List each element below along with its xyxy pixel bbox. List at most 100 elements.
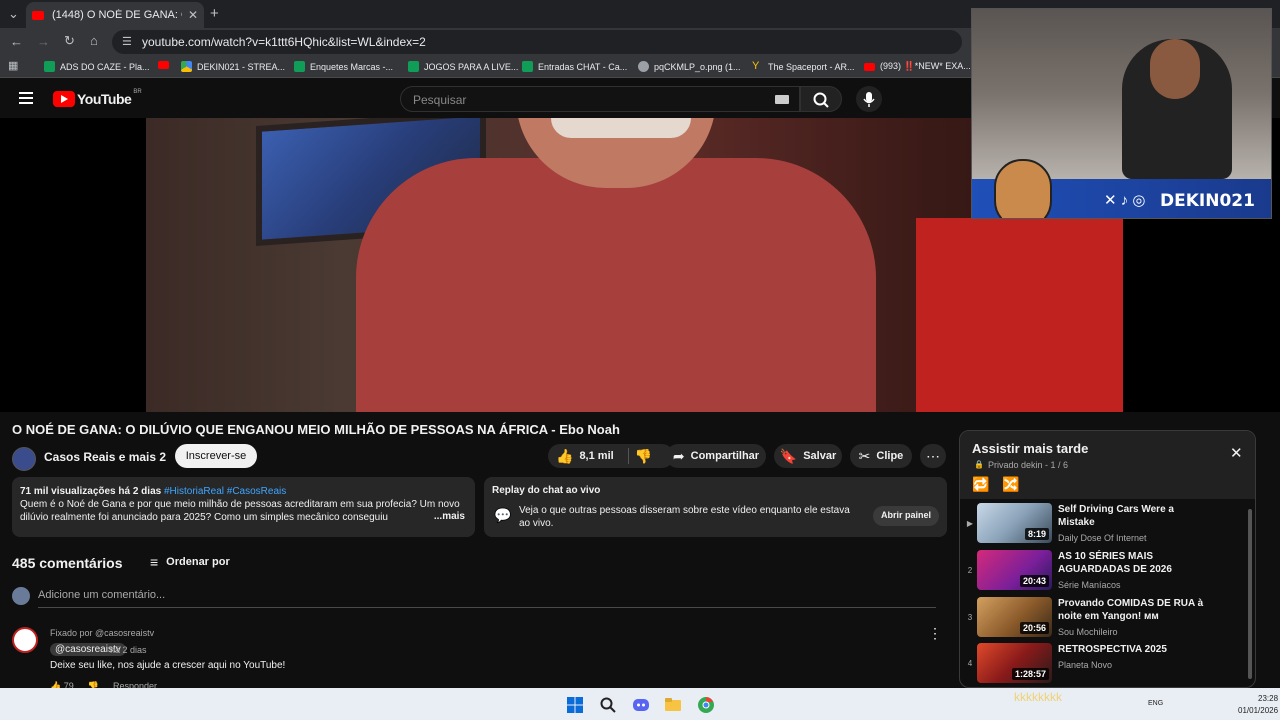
- clip-button[interactable]: ✂ Clipe: [850, 444, 912, 468]
- person-chin: [551, 118, 691, 138]
- keyboard-icon[interactable]: [775, 95, 789, 104]
- windows-start-icon[interactable]: [566, 696, 584, 714]
- channel-name: Planeta Novo: [1058, 660, 1113, 670]
- cartoon-avatar: [994, 159, 1052, 218]
- playlist-header: Assistir mais tarde 🔒 Privado dekin - 1 …: [960, 431, 1255, 499]
- youtube-icon: [158, 61, 169, 69]
- system-clock[interactable]: 23:28 01/01/2026: [1238, 693, 1278, 717]
- person-red-shirt: [356, 158, 876, 412]
- browser-tab-active[interactable]: (1448) O NOÉ DE GANA: O DILÚ ✕: [26, 2, 204, 28]
- bookmark-item[interactable]: pqCKMLP_o.png (1...: [638, 61, 741, 72]
- spaceport-icon: Y: [752, 60, 760, 72]
- video-thumbnail: 8:19: [977, 503, 1052, 543]
- description-box[interactable]: 71 mil visualizações há 2 dias #Historia…: [12, 477, 475, 537]
- playlist-item[interactable]: ▶ 8:19 Self Driving Cars Were a Mistake …: [960, 503, 1255, 549]
- voice-search-button[interactable]: [856, 86, 882, 112]
- discord-icon[interactable]: [632, 696, 650, 714]
- commenter-avatar[interactable]: [12, 627, 38, 653]
- divider: [627, 448, 629, 464]
- bookmark-item[interactable]: Y The Spaceport - AR...: [752, 61, 855, 72]
- bookmark-item[interactable]: ADS DO CAZE - Pla...: [44, 61, 150, 72]
- bookmark-item[interactable]: Entradas CHAT - Ca...: [522, 61, 627, 72]
- windows-taskbar: ENG 23:28 01/01/2026: [0, 688, 1280, 720]
- share-button[interactable]: ➦ Compartilhar: [666, 444, 766, 468]
- bookmark-item[interactable]: (993) ‼️*NEW* EXA...: [864, 61, 971, 72]
- lock-icon: 🔒: [974, 460, 984, 469]
- now-playing-indicator: ▶: [966, 519, 974, 528]
- webcam-overlay: ✕ ♪ ◎ DEKIN021: [971, 8, 1272, 219]
- playlist-item[interactable]: 4 1:28:57 RETROSPECTIVA 2025 Planeta Nov…: [960, 643, 1255, 687]
- video-duration: 1:28:57: [1011, 668, 1049, 680]
- sheets-icon: [408, 61, 419, 72]
- subscribe-button[interactable]: Inscrever-se: [175, 444, 257, 468]
- apps-grid-icon[interactable]: ▦: [8, 59, 18, 72]
- add-comment-input[interactable]: Adicione um comentário...: [38, 589, 936, 608]
- description-text: Quem é o Noé de Gana e por que meio milh…: [20, 499, 460, 523]
- streamer-head: [1150, 39, 1200, 99]
- url-input[interactable]: ☰ youtube.com/watch?v=k1ttt6HQhic&list=W…: [112, 30, 962, 54]
- search-icon[interactable]: [599, 696, 617, 714]
- chrome-icon[interactable]: [697, 696, 715, 714]
- site-info-icon[interactable]: ☰: [122, 35, 132, 48]
- bookmark-item[interactable]: JOGOS PARA A LIVE...: [408, 61, 518, 72]
- background-red-wall: [916, 218, 1123, 412]
- playlist-item[interactable]: 2 20:43 AS 10 SÉRIES MAIS AGUARDADAS DE …: [960, 550, 1255, 596]
- item-index: 2: [967, 566, 973, 575]
- dislike-icon[interactable]: 👎: [635, 448, 652, 465]
- video-thumbnail: 20:43: [977, 550, 1052, 590]
- tab-list-chevron-icon[interactable]: ⌄: [8, 6, 19, 22]
- sheets-icon: [294, 61, 305, 72]
- search-button[interactable]: [800, 86, 842, 112]
- bookmark-item[interactable]: Enquetes Marcas -...: [294, 61, 393, 72]
- new-tab-icon[interactable]: +: [210, 5, 219, 22]
- playlist-scrollbar[interactable]: [1248, 509, 1252, 679]
- search-input[interactable]: Pesquisar: [400, 86, 800, 112]
- playlist-title[interactable]: Assistir mais tarde: [972, 441, 1088, 456]
- comment-date[interactable]: há 2 dias: [110, 645, 147, 655]
- like-icon[interactable]: 👍: [556, 448, 573, 465]
- video-thumbnail: 20:56: [977, 597, 1052, 637]
- video-title: RETROSPECTIVA 2025: [1058, 644, 1167, 655]
- like-dislike-group: 👍 8,1 mil 👎: [548, 444, 674, 468]
- close-icon[interactable]: ✕: [1230, 444, 1243, 462]
- file-explorer-icon[interactable]: [664, 696, 682, 714]
- hashtags[interactable]: #HistoriaReal #CasosReais: [164, 486, 286, 497]
- bookmark-item[interactable]: [158, 61, 174, 69]
- chat-replay-text: Veja o que outras pessoas disseram sobre…: [519, 505, 850, 529]
- comment-menu-icon[interactable]: ⋮: [928, 625, 942, 642]
- youtube-logo[interactable]: YouTube BR: [53, 89, 142, 107]
- views-date: 71 mil visualizações há 2 dias: [20, 486, 162, 497]
- language-indicator[interactable]: ENG: [1148, 700, 1163, 707]
- open-panel-button[interactable]: Abrir painel: [872, 506, 939, 526]
- playlist-item[interactable]: 3 20:56 Provando COMIDAS DE RUA à noite …: [960, 597, 1255, 643]
- youtube-icon: [864, 62, 875, 71]
- more-horizontal-icon: ⋯: [926, 447, 940, 464]
- home-icon[interactable]: ⌂: [90, 33, 98, 48]
- bookmark-item[interactable]: DEKIN021 - STREA...: [181, 61, 285, 72]
- back-icon[interactable]: ←: [10, 34, 23, 49]
- channel-avatar[interactable]: [12, 447, 36, 471]
- menu-icon[interactable]: [19, 92, 33, 107]
- chat-overlay-text: kkkkkkkk: [1014, 690, 1062, 704]
- more-actions-button[interactable]: ⋯: [920, 444, 946, 468]
- comment-text: Deixe seu like, nos ajude a crescer aqui…: [50, 660, 286, 671]
- image-icon: [638, 61, 649, 72]
- close-tab-icon[interactable]: ✕: [188, 8, 198, 22]
- show-more-link[interactable]: ...mais: [429, 510, 465, 523]
- save-button[interactable]: 🔖 Salvar: [774, 444, 842, 468]
- video-duration: 8:19: [1024, 528, 1049, 540]
- reload-icon[interactable]: ↻: [64, 33, 75, 49]
- like-count[interactable]: 8,1 mil: [579, 450, 613, 462]
- comments-count: 485 comentários: [12, 555, 123, 571]
- sheets-icon: [44, 61, 55, 72]
- bookmark-icon: 🔖: [779, 447, 798, 464]
- streamer-name: DEKIN021: [1160, 191, 1255, 211]
- loop-icon[interactable]: 🔁: [972, 476, 989, 493]
- forward-icon[interactable]: →: [37, 34, 50, 49]
- sort-button[interactable]: ≡ Ordenar por: [150, 554, 230, 570]
- shuffle-icon[interactable]: 🔀: [1002, 476, 1019, 493]
- video-thumbnail: 1:28:57: [977, 643, 1052, 683]
- user-avatar: [12, 587, 30, 605]
- playlist-subtitle: Privado dekin - 1 / 6: [988, 460, 1069, 470]
- channel-name[interactable]: Casos Reais e mais 2: [44, 450, 166, 464]
